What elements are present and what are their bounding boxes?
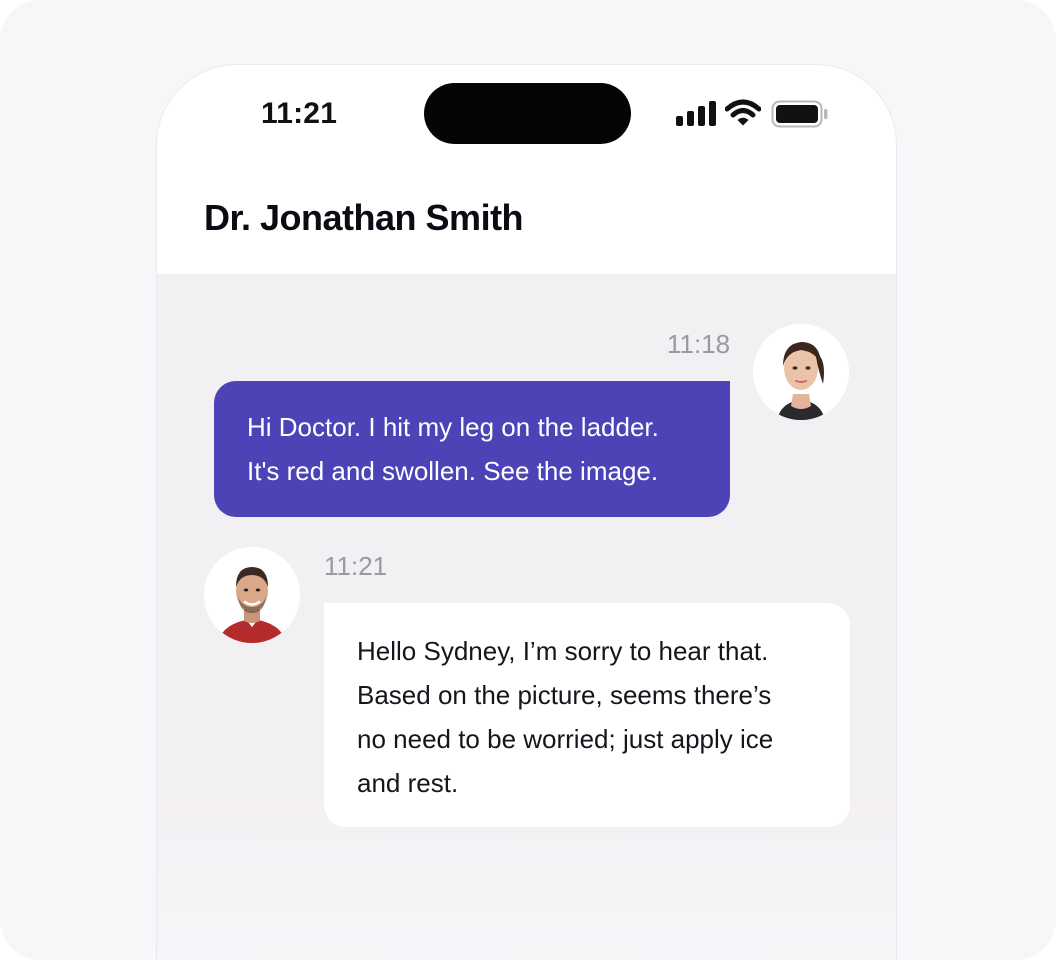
signal-icon (676, 101, 718, 126)
page-title: Dr. Jonathan Smith (204, 197, 524, 238)
doctor-portrait-icon (204, 547, 300, 643)
message-line: Based on the picture, seems there’s (357, 680, 772, 710)
message-time: 11:18 (667, 329, 731, 359)
card-background: 11:21 Dr. Jonathan Smith 11:18 Hi Doctor… (0, 0, 1056, 960)
wifi-icon (725, 99, 761, 126)
dynamic-island (424, 83, 631, 144)
phone-frame: 11:21 Dr. Jonathan Smith 11:18 Hi Doctor… (157, 65, 896, 960)
top-bar: 11:21 Dr. Jonathan Smith (157, 65, 896, 274)
message-line: Hi Doctor. I hit my leg on the ladder. (247, 412, 659, 442)
status-time: 11:21 (261, 97, 338, 130)
patient-portrait-icon (753, 324, 849, 420)
message-line: Hello Sydney, I’m sorry to hear that. (357, 636, 769, 666)
doctor-message-bubble[interactable]: Hello Sydney, I’m sorry to hear that. Ba… (324, 603, 850, 827)
patient-avatar[interactable] (753, 324, 849, 420)
chat-area[interactable]: 11:18 Hi Doctor. I hit my leg on the lad… (157, 274, 896, 960)
message-line: It's red and swollen. See the image. (247, 456, 659, 486)
doctor-avatar[interactable] (204, 547, 300, 643)
message-line: and rest. (357, 768, 459, 798)
battery-icon (771, 100, 828, 128)
message-line: no need to be worried; just apply ice (357, 724, 774, 754)
message-time: 11:21 (324, 551, 388, 581)
patient-message-bubble[interactable]: Hi Doctor. I hit my leg on the ladder. I… (214, 381, 730, 517)
